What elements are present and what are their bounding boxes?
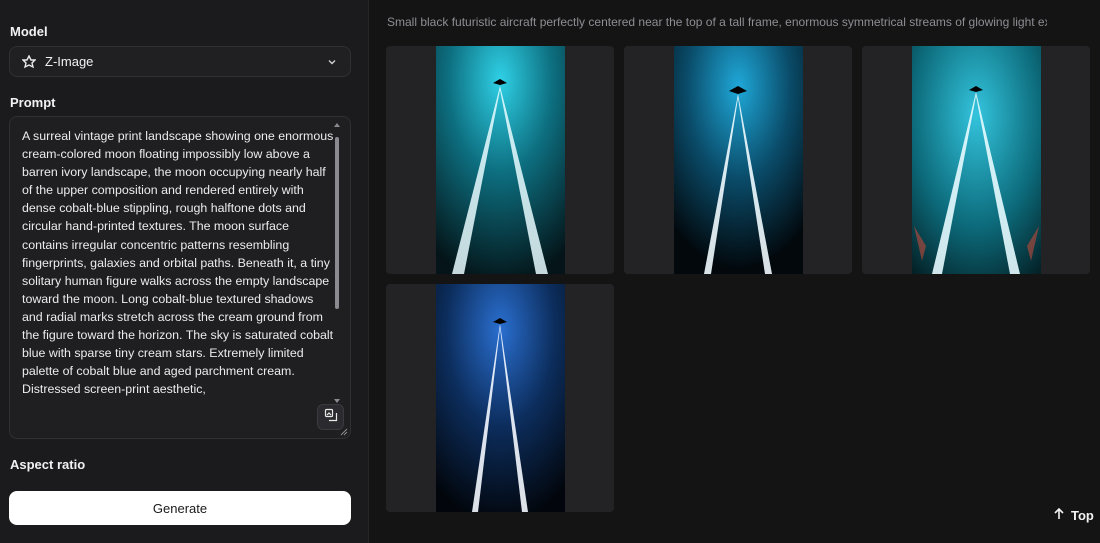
prompt-label: Prompt — [10, 95, 56, 110]
prompt-textarea[interactable]: A surreal vintage print landscape showin… — [9, 116, 351, 439]
aspect-ratio-label: Aspect ratio — [10, 457, 86, 472]
model-logo-icon — [22, 54, 36, 69]
model-value: Z-Image — [45, 54, 94, 69]
aircraft-light-image-2 — [674, 46, 803, 274]
scroll-top-button[interactable]: Top — [1052, 505, 1094, 525]
aircraft-light-image-3 — [912, 46, 1041, 274]
image-enhance-icon — [324, 408, 338, 427]
model-select[interactable]: Z-Image — [9, 46, 351, 77]
aircraft-light-image-4 — [436, 284, 565, 512]
scroll-up-icon[interactable] — [334, 123, 340, 127]
gallery-prompt-caption: Small black futuristic aircraft perfectl… — [387, 15, 1047, 29]
generated-image-3[interactable] — [862, 46, 1090, 274]
chevron-down-icon — [326, 56, 338, 68]
generate-button[interactable]: Generate — [9, 491, 351, 525]
enhance-prompt-button[interactable] — [317, 404, 344, 430]
aircraft-light-image-1 — [436, 46, 565, 274]
prompt-scrollbar[interactable] — [333, 123, 341, 403]
model-label: Model — [10, 24, 48, 39]
scroll-thumb[interactable] — [335, 137, 339, 309]
generated-image-1[interactable] — [386, 46, 614, 274]
prompt-text: A surreal vintage print landscape showin… — [22, 129, 334, 397]
generated-image-2[interactable] — [624, 46, 852, 274]
sidebar: Model Z-Image Prompt A surreal vintage p… — [0, 0, 369, 543]
top-label: Top — [1071, 507, 1094, 523]
scroll-down-icon[interactable] — [334, 399, 340, 403]
arrow-up-icon — [1052, 507, 1066, 524]
resize-grip-icon[interactable] — [340, 428, 348, 436]
generated-image-4[interactable] — [386, 284, 614, 512]
